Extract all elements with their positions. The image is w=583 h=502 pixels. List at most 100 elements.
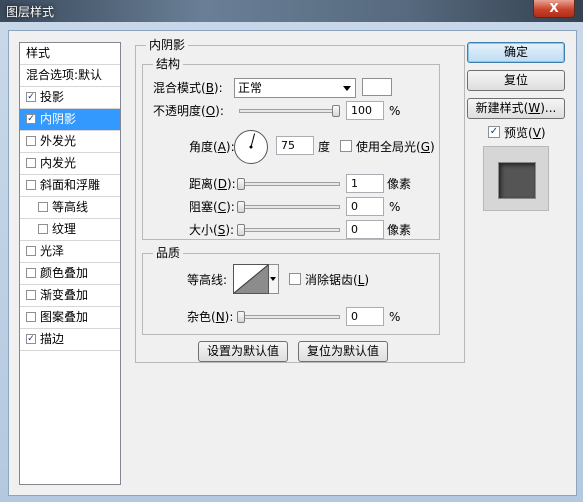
close-icon: X bbox=[549, 1, 559, 15]
choke-input[interactable]: 0 bbox=[346, 197, 384, 216]
style-item-label: 外发光 bbox=[40, 134, 77, 148]
styles-list: 样式 混合选项:默认 ✓ 投影 ✓ 内阴影 外发光 内发光 斜面和浮雕 等高线 纹理… bbox=[19, 42, 121, 485]
quality-group: 品质 等高线: 消除锯齿(L) 杂色(N): 0 % bbox=[142, 246, 440, 335]
angle-dial[interactable] bbox=[234, 130, 268, 164]
style-item-label: 等高线 bbox=[52, 200, 89, 214]
distance-slider-handle[interactable] bbox=[237, 178, 245, 190]
distance-unit: 像素 bbox=[387, 177, 412, 191]
opacity-input[interactable]: 100 bbox=[346, 101, 384, 120]
ok-button[interactable]: 确定 bbox=[467, 42, 565, 63]
blend-options-item[interactable]: 混合选项:默认 bbox=[20, 65, 120, 87]
inner-glow-checkbox[interactable] bbox=[26, 158, 36, 168]
style-item-color-overlay[interactable]: 颜色叠加 bbox=[20, 263, 120, 285]
opacity-slider[interactable] bbox=[239, 109, 340, 113]
style-item-bevel-emboss[interactable]: 斜面和浮雕 bbox=[20, 175, 120, 197]
style-item-label: 描边 bbox=[40, 332, 65, 346]
noise-slider-handle[interactable] bbox=[237, 311, 245, 323]
bevel-emboss-checkbox[interactable] bbox=[26, 180, 36, 190]
structure-title: 结构 bbox=[153, 57, 184, 71]
satin-checkbox[interactable] bbox=[26, 246, 36, 256]
global-light-label: 使用全局光(G) bbox=[356, 140, 435, 154]
preview-label: 预览(V) bbox=[504, 126, 546, 140]
blend-mode-select[interactable]: 正常 bbox=[234, 78, 356, 98]
noise-label: 杂色(N): bbox=[187, 310, 234, 324]
style-item-inner-glow[interactable]: 内发光 bbox=[20, 153, 120, 175]
window-title: 图层样式 bbox=[6, 5, 55, 19]
style-item-label: 投影 bbox=[40, 90, 65, 104]
style-item-gradient-overlay[interactable]: 渐变叠加 bbox=[20, 285, 120, 307]
blend-mode-value: 正常 bbox=[238, 81, 263, 95]
reset-default-button[interactable]: 复位为默认值 bbox=[298, 341, 388, 362]
blend-options-label: 混合选项:默认 bbox=[26, 68, 103, 82]
style-item-stroke[interactable]: ✓ 描边 bbox=[20, 329, 120, 351]
style-item-label: 纹理 bbox=[52, 222, 77, 236]
antialias-checkbox[interactable] bbox=[289, 273, 301, 285]
choke-unit: % bbox=[389, 200, 401, 214]
style-item-label: 渐变叠加 bbox=[40, 288, 89, 302]
dialog-window: 图层样式 X 样式 混合选项:默认 ✓ 投影 ✓ 内阴影 外发光 内发光 斜面和浮雕… bbox=[0, 0, 583, 502]
preview-checkbox[interactable]: ✓ bbox=[488, 126, 500, 138]
contour-curve-icon bbox=[234, 265, 268, 293]
texture-checkbox[interactable] bbox=[38, 224, 48, 234]
styles-list-header[interactable]: 样式 bbox=[20, 43, 120, 65]
color-overlay-checkbox[interactable] bbox=[26, 268, 36, 278]
distance-slider[interactable] bbox=[239, 182, 340, 186]
style-item-texture[interactable]: 纹理 bbox=[20, 219, 120, 241]
size-slider-handle[interactable] bbox=[237, 224, 245, 236]
antialias-label: 消除锯齿(L) bbox=[305, 273, 370, 287]
opacity-label: 不透明度(O): bbox=[153, 104, 224, 118]
opacity-unit: % bbox=[389, 104, 401, 118]
style-preview bbox=[483, 146, 549, 211]
stroke-checkbox[interactable]: ✓ bbox=[26, 334, 36, 344]
gradient-overlay-checkbox[interactable] bbox=[26, 290, 36, 300]
angle-input[interactable]: 75 bbox=[276, 136, 314, 155]
chevron-down-icon bbox=[343, 86, 351, 91]
make-default-button[interactable]: 设置为默认值 bbox=[198, 341, 288, 362]
contour-checkbox[interactable] bbox=[38, 202, 48, 212]
style-item-label: 光泽 bbox=[40, 244, 65, 258]
global-light-checkbox[interactable] bbox=[340, 140, 352, 152]
panel-title: 内阴影 bbox=[146, 38, 189, 52]
opacity-slider-handle[interactable] bbox=[332, 105, 340, 117]
contour-dropdown[interactable] bbox=[269, 264, 279, 294]
size-label: 大小(S): bbox=[189, 223, 235, 237]
reset-button[interactable]: 复位 bbox=[467, 70, 565, 91]
choke-slider-handle[interactable] bbox=[237, 201, 245, 213]
blend-mode-label: 混合模式(B): bbox=[153, 81, 223, 95]
contour-picker[interactable] bbox=[233, 264, 269, 294]
distance-input[interactable]: 1 bbox=[346, 174, 384, 193]
inner-shadow-checkbox[interactable]: ✓ bbox=[26, 114, 36, 124]
size-input[interactable]: 0 bbox=[346, 220, 384, 239]
angle-needle-icon bbox=[249, 133, 256, 149]
style-item-contour[interactable]: 等高线 bbox=[20, 197, 120, 219]
noise-unit: % bbox=[389, 310, 401, 324]
style-item-pattern-overlay[interactable]: 图案叠加 bbox=[20, 307, 120, 329]
size-slider[interactable] bbox=[239, 228, 340, 232]
pattern-overlay-checkbox[interactable] bbox=[26, 312, 36, 322]
inner-shadow-panel: 内阴影 结构 混合模式(B): 正常 不透明度(O): 100 % 角度(A):… bbox=[135, 38, 465, 363]
new-style-button[interactable]: 新建样式(W)... bbox=[467, 98, 565, 119]
style-item-label: 图案叠加 bbox=[40, 310, 89, 324]
drop-shadow-checkbox[interactable]: ✓ bbox=[26, 92, 36, 102]
style-item-drop-shadow[interactable]: ✓ 投影 bbox=[20, 87, 120, 109]
quality-title: 品质 bbox=[153, 246, 184, 260]
style-item-satin[interactable]: 光泽 bbox=[20, 241, 120, 263]
size-unit: 像素 bbox=[387, 223, 412, 237]
styles-header-label: 样式 bbox=[26, 46, 51, 60]
outer-glow-checkbox[interactable] bbox=[26, 136, 36, 146]
shadow-color-swatch[interactable] bbox=[362, 78, 392, 96]
dialog-body: 样式 混合选项:默认 ✓ 投影 ✓ 内阴影 外发光 内发光 斜面和浮雕 等高线 纹理… bbox=[8, 30, 577, 496]
noise-slider[interactable] bbox=[239, 315, 340, 319]
style-item-inner-shadow[interactable]: ✓ 内阴影 bbox=[20, 109, 120, 131]
style-item-outer-glow[interactable]: 外发光 bbox=[20, 131, 120, 153]
style-item-label: 内阴影 bbox=[40, 112, 77, 126]
choke-label: 阻塞(C): bbox=[189, 200, 235, 214]
choke-slider[interactable] bbox=[239, 205, 340, 209]
title-bar[interactable]: 图层样式 X bbox=[0, 0, 583, 22]
style-item-label: 颜色叠加 bbox=[40, 266, 89, 280]
noise-input[interactable]: 0 bbox=[346, 307, 384, 326]
close-button[interactable]: X bbox=[533, 0, 575, 18]
preview-thumbnail bbox=[498, 162, 536, 199]
angle-unit: 度 bbox=[318, 140, 331, 154]
angle-label: 角度(A): bbox=[189, 140, 235, 154]
